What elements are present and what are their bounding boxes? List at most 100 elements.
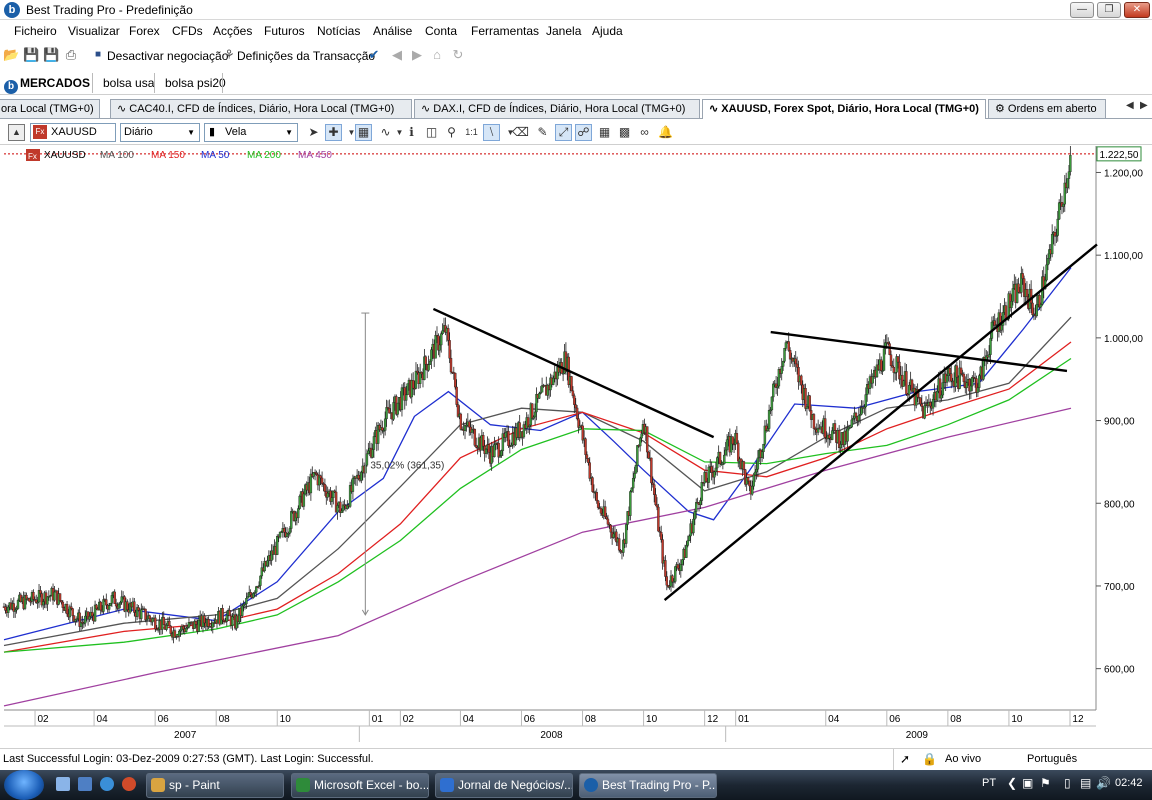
tray-monitor-icon[interactable]: ▤ — [1080, 776, 1091, 790]
tray-flag-icon[interactable]: ⚑ — [1040, 776, 1051, 790]
x-tick-label: 12 — [1072, 714, 1084, 725]
link-icon[interactable]: ☍ — [575, 124, 592, 141]
zoom-reset-icon[interactable]: 1:1 — [463, 124, 480, 141]
minimize-button[interactable]: — — [1070, 2, 1094, 18]
window-icon[interactable]: ◫ — [423, 124, 440, 141]
open-folder-icon[interactable]: 📂 — [3, 47, 19, 63]
glasses-icon[interactable]: ∞ — [636, 124, 653, 141]
home-icon[interactable]: ⌂ — [429, 47, 445, 63]
menu-janela[interactable]: Janela — [546, 24, 581, 38]
candle-body — [383, 418, 387, 431]
menu-ajuda[interactable]: Ajuda — [592, 24, 623, 38]
quick-launch-icon[interactable] — [78, 777, 92, 791]
menu-ficheiro[interactable]: Ficheiro — [14, 24, 57, 38]
check-icon[interactable]: ✔ — [366, 47, 382, 63]
alert-bell-icon[interactable]: 🔔 — [657, 124, 674, 141]
menu-analise[interactable]: Análise — [373, 24, 412, 38]
tray-power-icon[interactable]: ▯ — [1064, 776, 1071, 790]
tray-volume-icon[interactable]: 🔊 — [1096, 776, 1111, 790]
candle-body — [46, 596, 49, 605]
candle-body — [177, 630, 181, 637]
candle-body — [978, 375, 981, 388]
print-icon[interactable]: ⎙ — [63, 47, 79, 63]
menu-forex[interactable]: Forex — [129, 24, 160, 38]
legend-item-ma150: MA 150 — [151, 150, 185, 161]
candle-body — [805, 406, 809, 409]
refresh-icon[interactable]: ↻ — [450, 47, 466, 63]
crosshair-icon[interactable]: ✚ — [325, 124, 342, 141]
clock[interactable]: 02:42 — [1115, 777, 1143, 789]
maximize-button[interactable]: ❐ — [1097, 2, 1121, 18]
template-icon[interactable]: ▩ — [616, 124, 633, 141]
transaction-settings-button[interactable]: Definições da Transacção — [237, 49, 375, 63]
candle-body — [500, 450, 503, 456]
eraser-icon[interactable]: ⌫ — [512, 124, 529, 141]
markets-workspace-tab[interactable]: b MERCADOS — [4, 73, 90, 94]
candle-body — [945, 375, 949, 383]
menu-ferramentas[interactable]: Ferramentas — [471, 24, 539, 38]
candle-body — [105, 599, 108, 606]
start-button[interactable] — [4, 770, 44, 800]
signal-icon[interactable]: ➚ — [900, 752, 910, 766]
compare-icon[interactable]: ▦ — [596, 124, 613, 141]
app-launch-icon[interactable] — [122, 777, 136, 791]
menu-conta[interactable]: Conta — [425, 24, 457, 38]
price-chart[interactable]: 35,02% (361,35) 1.200,00 1.100,00 1.000,00… — [0, 146, 1152, 742]
browser-icon[interactable] — [100, 777, 114, 791]
tab-xauusd-chart[interactable]: ∿ XAUUSD, Forex Spot, Diário, Hora Local… — [702, 99, 986, 119]
menu-noticias[interactable]: Notícias — [317, 24, 360, 38]
back-icon[interactable]: ◀ — [389, 47, 405, 63]
tab-label: Ordens em aberto — [1007, 103, 1097, 115]
tray-network-icon[interactable]: ▣ — [1022, 776, 1033, 790]
expand-icon[interactable]: ⤢ — [555, 124, 572, 141]
deactivate-trading-icon: ■ — [94, 49, 102, 60]
candle-body — [1046, 258, 1050, 266]
tab-dax-chart[interactable]: ∿ DAX.I, CFD de Índices, Diário, Hora Lo… — [414, 99, 700, 118]
trendline-icon[interactable]: ⧵ — [483, 124, 500, 141]
zoom-icon[interactable]: ⚲ — [443, 124, 460, 141]
candle-body — [760, 451, 764, 458]
menu-accoes[interactable]: Acções — [213, 24, 252, 38]
tray-chevron-icon[interactable]: ❮ — [1007, 776, 1017, 790]
save-icon[interactable]: 💾 — [23, 47, 39, 63]
collapse-up-icon[interactable]: ▲ — [8, 124, 25, 141]
period-select[interactable]: Diário ▼ — [120, 123, 200, 142]
language-indicator[interactable]: Português — [1027, 753, 1077, 765]
save-all-icon[interactable]: 💾 — [43, 47, 59, 63]
tab-open-orders[interactable]: ⚙ Ordens em aberto — [988, 99, 1106, 118]
candle-body — [1017, 283, 1020, 293]
taskbar-excel[interactable]: Microsoft Excel - bo... — [291, 773, 429, 798]
tab-scroll-left-icon[interactable]: ◀ — [1126, 100, 1134, 111]
draw-tool-icon[interactable]: ✎ — [534, 124, 551, 141]
grid-icon[interactable]: ▦ — [355, 124, 372, 141]
keyboard-language[interactable]: PT — [982, 777, 996, 789]
deactivate-trading-button[interactable]: Desactivar negociação — [107, 49, 228, 63]
tab-partial-chart[interactable]: ora Local (TMG+0) — [0, 99, 100, 118]
show-desktop-icon[interactable] — [56, 777, 70, 791]
workspace-tab-bolsa-psi20[interactable]: bolsa psi20 — [154, 73, 236, 93]
forward-icon[interactable]: ▶ — [409, 47, 425, 63]
candle-body — [39, 590, 42, 594]
lock-icon[interactable]: 🔒 — [922, 752, 937, 766]
pointer-icon[interactable]: ➤ — [305, 124, 322, 141]
taskbar-browser[interactable]: Jornal de Negócios/... — [435, 773, 573, 798]
candle-body — [936, 391, 939, 401]
title-bar: b Best Trading Pro - Predefinição — ❐ ✕ — [0, 0, 1152, 20]
taskbar-best-trading[interactable]: Best Trading Pro - P... — [579, 773, 717, 798]
chart-type-select[interactable]: ▮ Vela ▼ — [204, 123, 298, 142]
menu-visualizar[interactable]: Visualizar — [68, 24, 120, 38]
candle-body — [605, 516, 608, 520]
taskbar-paint[interactable]: sp - Paint — [146, 773, 284, 798]
menu-cfds[interactable]: CFDs — [172, 24, 203, 38]
tab-cac40-chart[interactable]: ∿ CAC40.I, CFD de Índices, Diário, Hora … — [110, 99, 412, 118]
candle-body — [755, 468, 758, 473]
menu-futuros[interactable]: Futuros — [264, 24, 305, 38]
tab-scroll-right-icon[interactable]: ▶ — [1140, 100, 1148, 111]
x-tick-label: 08 — [950, 714, 962, 725]
info-icon[interactable]: ℹ — [403, 124, 420, 141]
close-button[interactable]: ✕ — [1124, 2, 1150, 18]
symbol-input[interactable]: Fx XAUUSD — [30, 123, 116, 142]
x-tick-label: 02 — [403, 714, 415, 725]
candle-body — [655, 504, 659, 508]
candle-body — [596, 500, 600, 508]
